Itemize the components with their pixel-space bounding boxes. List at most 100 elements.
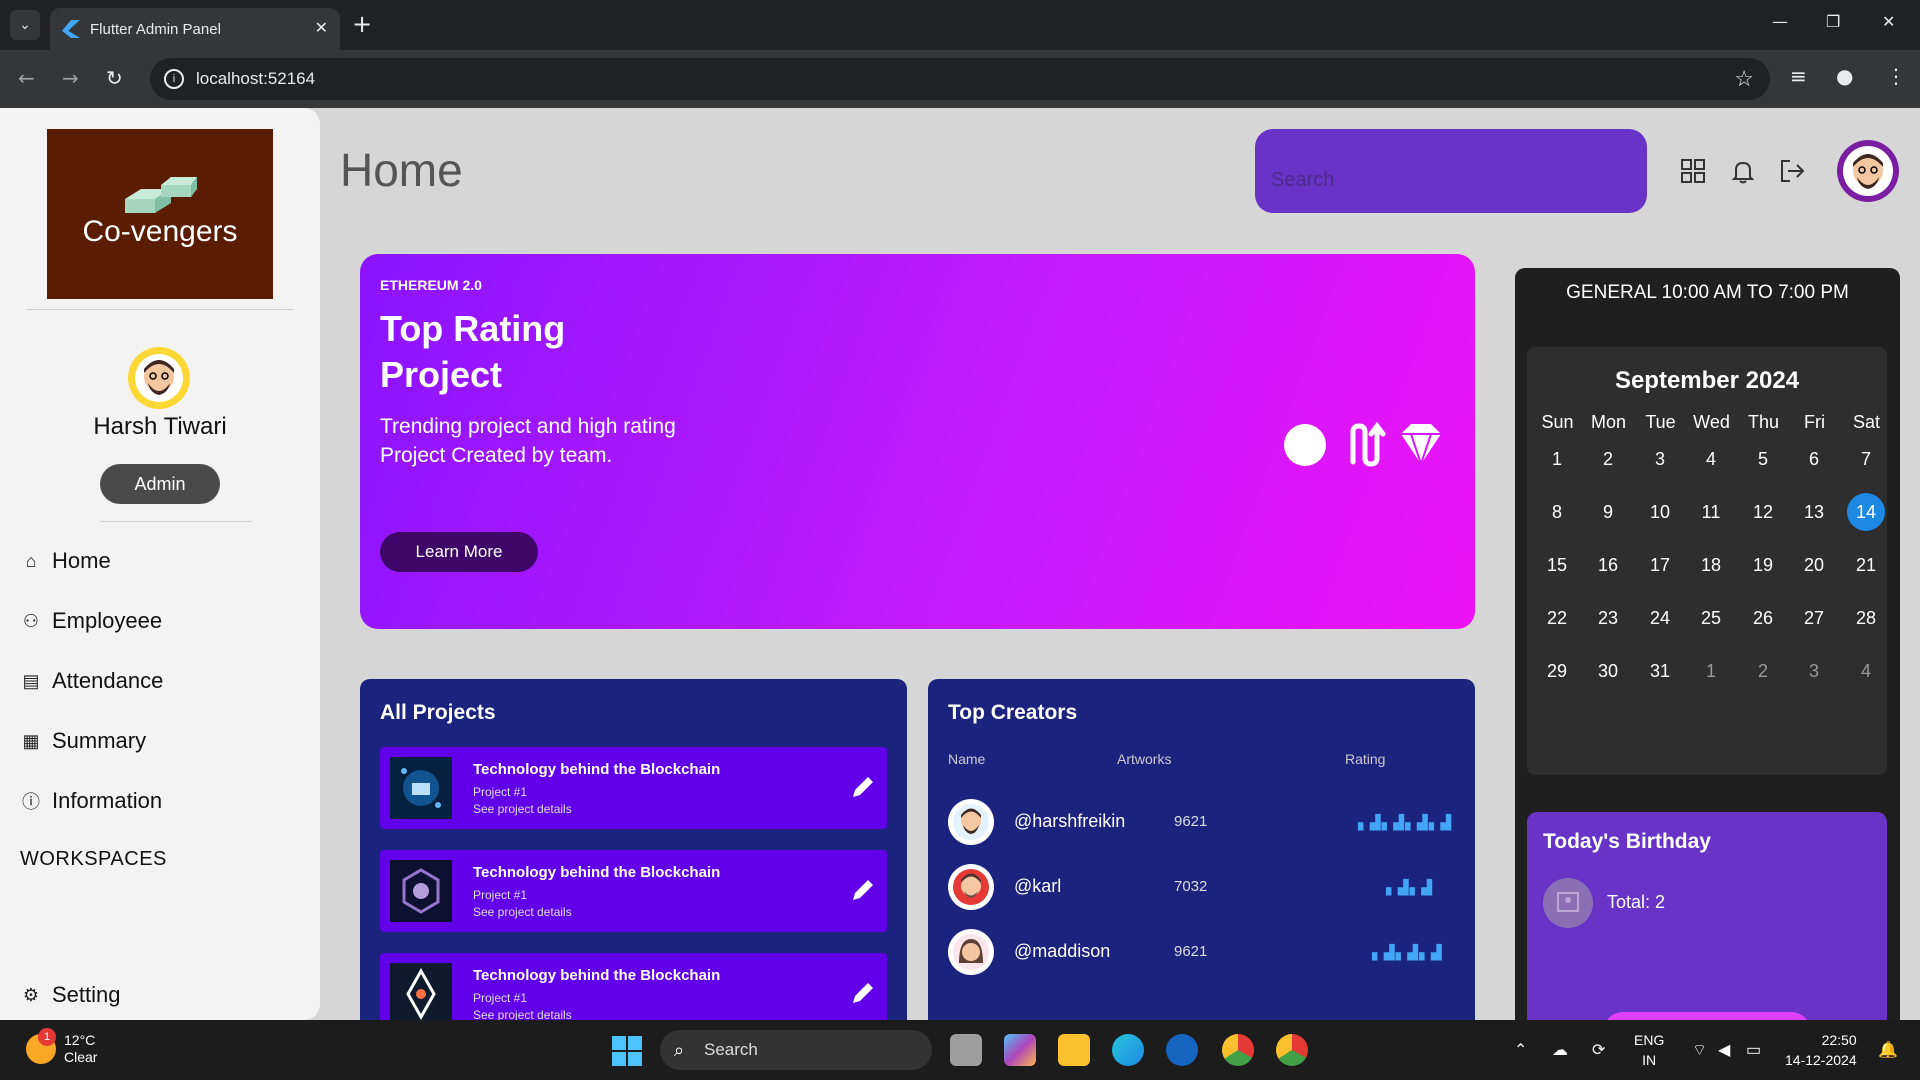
calendar-day[interactable]: 9 [1589,493,1627,531]
copilot-icon[interactable] [1004,1034,1036,1066]
calendar-day[interactable]: 1 [1538,440,1576,478]
calendar-day[interactable]: 26 [1744,599,1782,637]
logout-icon[interactable] [1778,158,1806,190]
calendar-day[interactable]: 2 [1744,652,1782,690]
notification-bell-icon[interactable]: 🔔 [1878,1040,1898,1060]
rating-bars-icon: ▖▟▖▟▖▟ [1372,945,1443,961]
dashboard-grid-icon[interactable] [1680,158,1706,190]
calendar-day[interactable]: 15 [1538,546,1576,584]
creator-row[interactable]: @karl 7032 ▖▟▖▟ [948,864,1448,912]
close-tab-icon[interactable]: ✕ [315,18,328,38]
calendar-day[interactable]: 8 [1538,493,1576,531]
media-icon[interactable]: ≡ [1790,64,1807,88]
back-icon[interactable]: ← [18,66,35,90]
clock[interactable]: 22:50 14-12-2024 [1785,1030,1857,1070]
pencil-icon[interactable] [849,979,877,1007]
calendar-day[interactable]: 4 [1847,652,1885,690]
task-view-icon[interactable] [950,1034,982,1066]
project-item[interactable]: Technology behind the Blockchain Project… [380,747,887,829]
calendar-day[interactable]: 10 [1641,493,1679,531]
battery-icon[interactable]: ▭ [1746,1040,1761,1060]
calendar-day[interactable]: 6 [1795,440,1833,478]
profile-icon[interactable]: ● [1836,64,1853,88]
pencil-icon[interactable] [849,773,877,801]
chrome-icon[interactable] [1276,1034,1308,1066]
calendar-day[interactable]: 31 [1641,652,1679,690]
calendar-day[interactable]: 7 [1847,440,1885,478]
search-input[interactable] [1271,169,1631,192]
calendar-day[interactable]: 4 [1692,440,1730,478]
calendar-day[interactable]: 18 [1692,546,1730,584]
calendar-day[interactable]: 1 [1692,652,1730,690]
calendar-day[interactable]: 28 [1847,599,1885,637]
language-indicator[interactable]: ENG IN [1634,1030,1664,1070]
project-details-link[interactable]: See project details [473,905,572,919]
bookmark-star-icon[interactable]: ☆ [1734,66,1754,92]
forward-icon[interactable]: → [62,66,79,90]
project-item[interactable]: Technology behind the Blockchain Project… [380,953,887,1020]
sidebar-item-summary[interactable]: ▦ Summary [20,724,146,758]
calendar-day[interactable]: 3 [1641,440,1679,478]
profile-avatar[interactable] [1837,140,1899,202]
calendar-month-title[interactable]: September 2024 [1527,367,1887,395]
volume-icon[interactable]: ◀ [1718,1040,1730,1060]
wifi-icon[interactable]: ⌔ [1692,1040,1707,1060]
calendar-day[interactable]: 19 [1744,546,1782,584]
menu-icon[interactable]: ⋮ [1886,64,1906,88]
calendar-day[interactable]: 27 [1795,599,1833,637]
site-info-icon[interactable]: i [164,69,184,89]
learn-more-button[interactable]: Learn More [380,532,538,572]
calendar-day[interactable]: 14 [1847,493,1885,531]
browser-tab[interactable]: Flutter Admin Panel ✕ [50,8,340,50]
calendar-day[interactable]: 11 [1692,493,1730,531]
calendar-day[interactable]: 23 [1589,599,1627,637]
calendar-day[interactable]: 29 [1538,652,1576,690]
app-icon[interactable] [1166,1034,1198,1066]
sidebar-item-information[interactable]: ⓘ Information [20,784,162,818]
sync-icon[interactable]: ⟳ [1592,1040,1605,1060]
onedrive-icon[interactable]: ☁ [1552,1040,1568,1060]
edge-icon[interactable] [1112,1034,1144,1066]
calendar-day[interactable]: 16 [1589,546,1627,584]
weather-widget[interactable]: 12°C Clear [64,1032,97,1066]
calendar-day[interactable]: 30 [1589,652,1627,690]
role-badge[interactable]: Admin [100,464,220,504]
reload-icon[interactable]: ↻ [106,66,123,90]
calendar-day[interactable]: 21 [1847,546,1885,584]
pencil-icon[interactable] [849,876,877,904]
windows-start-icon[interactable] [612,1036,642,1066]
project-details-link[interactable]: See project details [473,1008,572,1020]
bell-icon[interactable] [1730,158,1756,190]
chrome-dev-icon[interactable] [1222,1034,1254,1066]
calendar-day[interactable]: 13 [1795,493,1833,531]
calendar-day[interactable]: 25 [1692,599,1730,637]
calendar-day[interactable]: 22 [1538,599,1576,637]
taskbar-search[interactable]: ⌕ Search [660,1030,932,1070]
close-window-icon[interactable]: ✕ [1882,12,1895,31]
search-box[interactable] [1255,129,1647,213]
creator-row[interactable]: @maddison 9621 ▖▟▖▟▖▟ [948,929,1448,977]
calendar-day[interactable]: 12 [1744,493,1782,531]
minimize-icon[interactable]: — [1772,12,1788,31]
calendar-day[interactable]: 24 [1641,599,1679,637]
creator-row[interactable]: @harshfreikin 9621 ▖▟▖▟▖▟▖▟ [948,799,1451,847]
calendar-day[interactable]: 5 [1744,440,1782,478]
project-item[interactable]: Technology behind the Blockchain Project… [380,850,887,932]
sidebar-item-employee[interactable]: ⚇ Employeee [20,604,162,638]
calendar-day[interactable]: 3 [1795,652,1833,690]
sidebar-item-home[interactable]: ⌂ Home [20,544,111,578]
new-tab-icon[interactable]: + [352,10,372,38]
card-title: All Projects [380,701,496,724]
address-bar[interactable]: i localhost:52164 ☆ [150,58,1770,100]
tab-search-chevron-icon[interactable]: ⌄ [10,10,40,40]
project-details-link[interactable]: See project details [473,802,572,816]
avatar[interactable] [128,347,190,409]
calendar-day[interactable]: 2 [1589,440,1627,478]
file-explorer-icon[interactable] [1058,1034,1090,1066]
sidebar-item-setting[interactable]: ⚙ Setting [20,978,121,1012]
calendar-day[interactable]: 20 [1795,546,1833,584]
chevron-up-icon[interactable]: ⌃ [1514,1040,1527,1060]
calendar-day[interactable]: 17 [1641,546,1679,584]
restore-icon[interactable]: ❐ [1826,12,1840,31]
sidebar-item-attendance[interactable]: ▤ Attendance [20,664,163,698]
